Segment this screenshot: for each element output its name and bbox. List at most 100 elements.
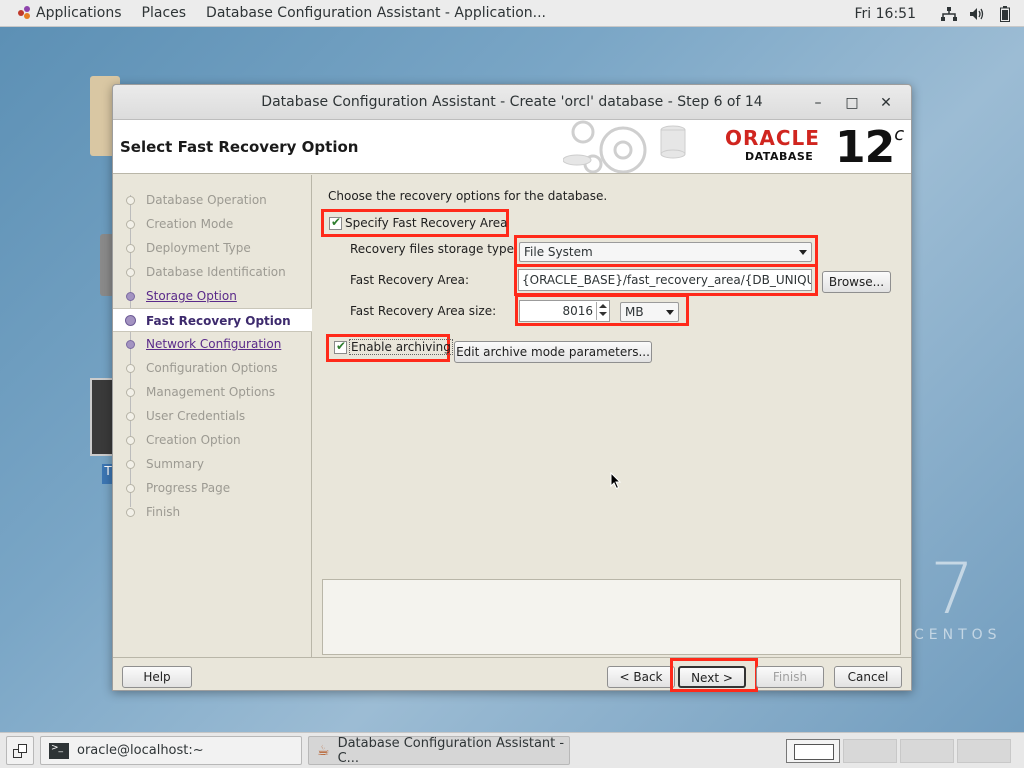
close-icon[interactable]: ✕ — [869, 95, 903, 111]
help-button[interactable]: Help — [122, 666, 192, 688]
taskbar-terminal-label: oracle@localhost:~ — [77, 743, 204, 758]
step-label: Configuration Options — [146, 361, 278, 375]
java-icon: ☕ — [317, 742, 330, 759]
enable-archiving-checkbox[interactable]: ✔ — [334, 339, 347, 354]
step-label: Creation Mode — [146, 217, 234, 231]
places-menu[interactable]: Places — [132, 0, 197, 27]
step-indicator-icon — [126, 508, 135, 517]
clock[interactable]: Fri 16:51 — [855, 6, 916, 22]
wizard-steps: Database Operation Creation Mode Deploymen… — [113, 175, 312, 657]
step-label: Database Operation — [146, 193, 267, 207]
gnome-foot-icon — [18, 6, 32, 20]
dialog-header: Select Fast Recovery Option ORACLE DATAB… — [113, 120, 911, 174]
step-label: Database Identification — [146, 265, 286, 279]
storage-type-value: File System — [524, 245, 593, 259]
step-indicator-icon — [126, 364, 135, 373]
centos-version-watermark: 7 — [930, 548, 975, 630]
edit-archive-params-button[interactable]: Edit archive mode parameters... — [454, 341, 652, 363]
step-fast-recovery-option[interactable]: Fast Recovery Option — [113, 308, 312, 332]
workspace-2[interactable] — [843, 739, 897, 763]
intro-text: Choose the recovery options for the data… — [328, 189, 608, 203]
step-creation-option: Creation Option — [113, 428, 312, 452]
taskbar-terminal[interactable]: >_ oracle@localhost:~ — [40, 736, 302, 765]
step-label: Creation Option — [146, 433, 241, 447]
storage-type-select[interactable]: File System — [519, 242, 812, 262]
bottom-taskbar: >_ oracle@localhost:~ ☕ Database Configu… — [0, 732, 1024, 768]
top-panel: Applications Places Database Configurati… — [0, 0, 1024, 27]
step-indicator-icon — [126, 196, 135, 205]
fra-label: Fast Recovery Area: — [350, 273, 470, 287]
centos-text-watermark: CENTOS — [914, 627, 1002, 643]
taskbar-dbca[interactable]: ☕ Database Configuration Assistant - C..… — [308, 736, 570, 766]
network-icon[interactable] — [940, 6, 958, 22]
show-desktop-button[interactable] — [6, 736, 34, 765]
step-progress-page: Progress Page — [113, 476, 312, 500]
chevron-down-icon — [799, 250, 807, 255]
back-button[interactable]: < Back — [607, 666, 675, 688]
step-label: Network Configuration — [146, 337, 282, 351]
battery-icon[interactable] — [996, 5, 1014, 22]
version-logo: 12c — [835, 122, 904, 173]
step-indicator-icon — [126, 484, 135, 493]
fra-size-spinner[interactable] — [596, 302, 608, 320]
step-creation-mode: Creation Mode — [113, 212, 312, 236]
chevron-down-icon — [666, 310, 674, 315]
gears-graphic — [563, 120, 686, 173]
volume-icon[interactable] — [968, 6, 986, 22]
fra-size-input[interactable]: 8016 — [519, 300, 610, 322]
step-indicator-icon — [126, 220, 135, 229]
step-label: Finish — [146, 505, 181, 519]
message-area — [322, 579, 901, 655]
fra-size-unit-value: MB — [625, 305, 644, 319]
dialog-title: Database Configuration Assistant - Creat… — [261, 94, 763, 110]
step-storage-option[interactable]: Storage Option — [113, 284, 312, 308]
fra-path-input[interactable]: {ORACLE_BASE}/fast_recovery_area/{DB_UNI… — [518, 269, 812, 291]
step-finish: Finish — [113, 500, 312, 524]
step-management-options: Management Options — [113, 380, 312, 404]
applications-label: Applications — [36, 5, 122, 21]
page-title: Select Fast Recovery Option — [120, 138, 359, 156]
specify-fra-label: Specify Fast Recovery Area — [345, 216, 508, 230]
step-network-configuration[interactable]: Network Configuration — [113, 332, 312, 356]
maximize-icon[interactable]: □ — [835, 95, 869, 111]
step-indicator-icon — [126, 460, 135, 469]
step-label: Progress Page — [146, 481, 231, 495]
step-label: Management Options — [146, 385, 276, 399]
step-label: User Credentials — [146, 409, 246, 423]
fra-size-value: 8016 — [562, 304, 593, 318]
finish-button[interactable]: Finish — [756, 666, 824, 688]
enable-archiving-label: Enable archiving — [349, 339, 453, 355]
checkmark-icon: ✔ — [331, 215, 342, 229]
desktop-terminal-icon[interactable] — [90, 378, 114, 456]
specify-fra-checkbox[interactable]: ✔ — [329, 215, 342, 230]
mouse-cursor-icon — [610, 472, 622, 490]
step-label: Storage Option — [146, 289, 237, 303]
step-label: Summary — [146, 457, 204, 471]
next-button[interactable]: Next > — [678, 666, 746, 688]
workspace-3[interactable] — [900, 739, 954, 763]
step-indicator-icon — [126, 340, 135, 349]
active-window-menu[interactable]: Database Configuration Assistant - Appli… — [196, 0, 556, 27]
spin-up-icon[interactable] — [599, 304, 607, 308]
applications-menu[interactable]: Applications — [0, 0, 132, 27]
cancel-button[interactable]: Cancel — [834, 666, 902, 688]
terminal-icon: >_ — [49, 742, 69, 759]
step-indicator-icon — [126, 244, 135, 253]
browse-button[interactable]: Browse... — [822, 271, 891, 293]
step-summary: Summary — [113, 452, 312, 476]
spin-down-icon[interactable] — [599, 312, 607, 316]
workspace-1[interactable] — [786, 739, 840, 763]
content-panel: Choose the recovery options for the data… — [312, 175, 912, 657]
fra-size-label: Fast Recovery Area size: — [350, 304, 497, 318]
footer-divider — [113, 657, 911, 658]
step-configuration-options: Configuration Options — [113, 356, 312, 380]
step-indicator-icon — [126, 268, 135, 277]
step-indicator-icon — [126, 388, 135, 397]
workspace-4[interactable] — [957, 739, 1011, 763]
minimize-icon[interactable]: – — [801, 95, 835, 111]
step-indicator-icon — [126, 292, 135, 301]
dialog-titlebar[interactable]: Database Configuration Assistant - Creat… — [113, 85, 911, 120]
oracle-database-logo: ORACLE DATABASE — [725, 126, 820, 163]
fra-size-unit-select[interactable]: MB — [620, 302, 679, 322]
step-indicator-icon — [126, 436, 135, 445]
